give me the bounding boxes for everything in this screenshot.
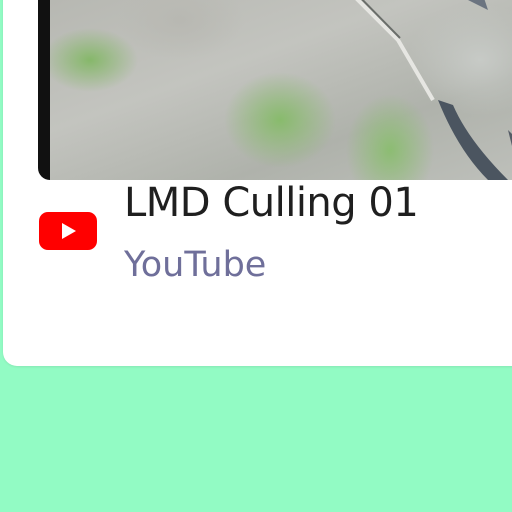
video-title[interactable]: LMD Culling 01: [124, 180, 419, 226]
youtube-icon: [39, 212, 97, 250]
video-thumbnail[interactable]: [38, 0, 512, 180]
thumbnail-details: [355, 0, 512, 180]
source-label: YouTube: [124, 245, 267, 285]
link-preview-card[interactable]: LMD Culling 01 YouTube: [3, 0, 512, 366]
page-background: LMD Culling 01 YouTube: [0, 0, 512, 512]
